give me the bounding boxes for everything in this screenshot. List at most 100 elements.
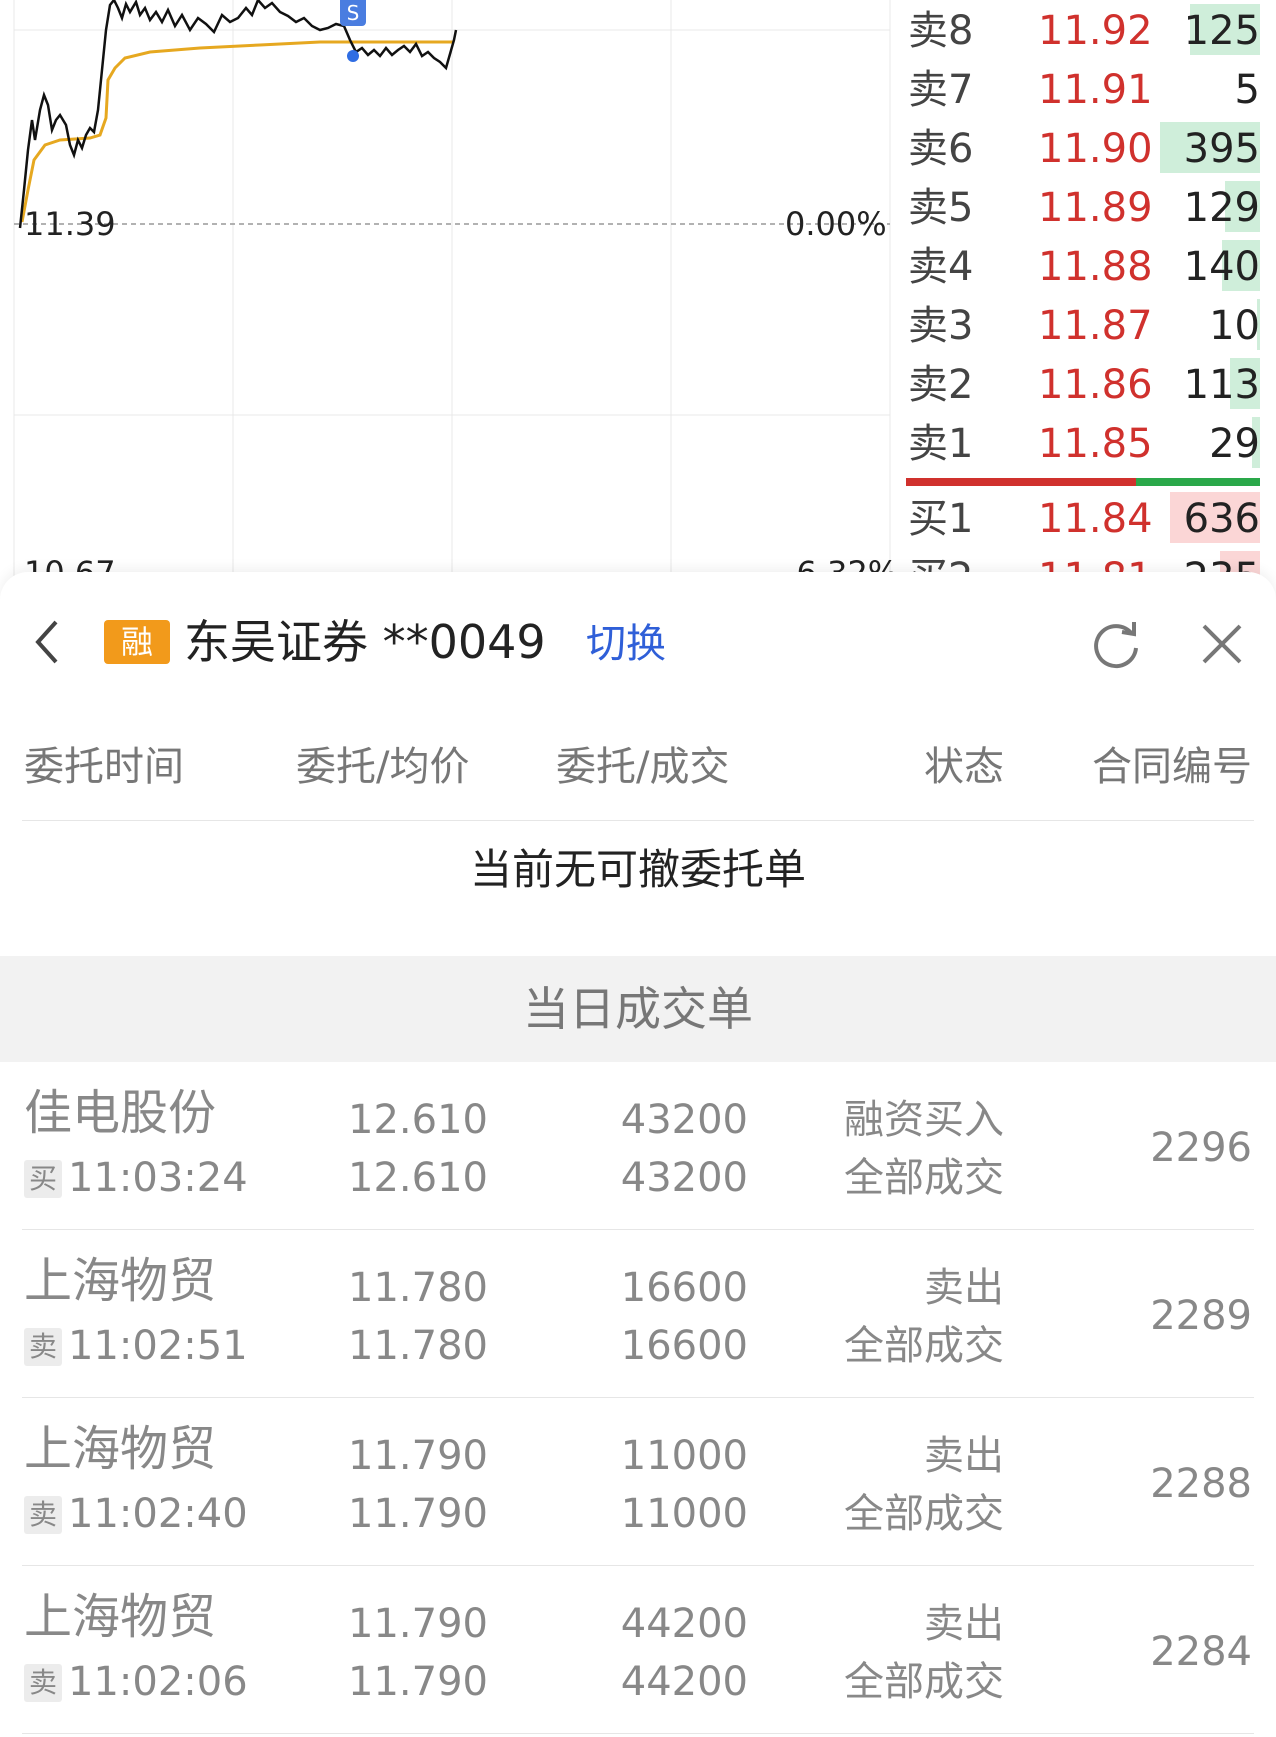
- average-price: 11.790: [348, 1491, 488, 1537]
- fill-status: 全部成交: [844, 1323, 1004, 1369]
- trade-row[interactable]: 佳电股份买 11:03:24 12.610 12.610 43200 43200 融资买入全…: [0, 1062, 1276, 1230]
- order-quantity: 44200: [620, 1601, 748, 1647]
- back-chevron-icon[interactable]: [28, 612, 68, 672]
- stock-name: 上海物贸: [24, 1421, 217, 1477]
- stock-name: 上海物贸: [24, 1589, 217, 1645]
- order-book-row-sell[interactable]: 卖4 11.88 140: [900, 236, 1276, 295]
- close-icon[interactable]: [1196, 618, 1248, 670]
- average-price: 12.610: [348, 1155, 488, 1201]
- trade-side-badge: 卖: [24, 1664, 62, 1702]
- order-level-volume: 125: [1183, 8, 1260, 54]
- trade-side-badge: 卖: [24, 1496, 62, 1534]
- intraday-chart[interactable]: [0, 0, 900, 600]
- fill-status: 全部成交: [844, 1659, 1004, 1705]
- order-level-label: 卖2: [908, 362, 974, 408]
- order-book-divider: [906, 478, 1260, 486]
- order-book-row-sell[interactable]: 卖7 11.91 5: [900, 59, 1276, 118]
- order-level-label: 卖7: [908, 67, 974, 113]
- order-level-volume: 129: [1183, 185, 1260, 231]
- order-book-row-sell[interactable]: 卖2 11.86 113: [900, 354, 1276, 413]
- order-book-row-buy[interactable]: 买1 11.84 636: [900, 488, 1276, 547]
- order-level-label: 卖6: [908, 126, 974, 172]
- trade-row[interactable]: 上海物贸卖 11:02:06 11.790 11.790 44200 44200 卖出 全部成…: [0, 1566, 1276, 1734]
- order-level-volume: 395: [1183, 126, 1260, 172]
- base-price-label: 11.39: [24, 205, 116, 243]
- order-level-label: 卖3: [908, 303, 974, 349]
- order-price: 11.790: [348, 1433, 488, 1479]
- filled-quantity: 44200: [620, 1659, 748, 1705]
- order-price: 11.790: [348, 1601, 488, 1647]
- divider: [22, 820, 1254, 821]
- filled-quantity: 11000: [620, 1491, 748, 1537]
- sell-signal-marker[interactable]: S: [340, 0, 366, 26]
- order-book-row-sell[interactable]: 卖1 11.85 29: [900, 413, 1276, 472]
- trade-type: 卖出: [924, 1433, 1004, 1479]
- trade-type: 卖出: [924, 1265, 1004, 1311]
- average-price: 11.780: [348, 1323, 488, 1369]
- trade-time: 11:03:24: [68, 1155, 248, 1201]
- order-level-label: 买1: [908, 496, 974, 542]
- order-level-volume: 636: [1183, 496, 1260, 542]
- account-name: 东吴证券 **0049: [184, 615, 546, 669]
- empty-orders-message: 当前无可撤委托单: [469, 845, 806, 894]
- switch-account-link[interactable]: 切换: [586, 616, 666, 672]
- trade-side-badge: 买: [24, 1160, 62, 1198]
- stock-name: 上海物贸: [24, 1253, 217, 1309]
- trade-time: 11:02:06: [68, 1659, 248, 1705]
- order-price: 11.780: [348, 1265, 488, 1311]
- order-quantity: 11000: [620, 1433, 748, 1479]
- sheet-header: 融 东吴证券 **0049 切换: [0, 572, 1276, 712]
- base-pct-label: 0.00%: [785, 205, 887, 243]
- order-level-price: 11.88: [1038, 244, 1153, 290]
- margin-account-badge: 融: [104, 620, 170, 664]
- order-level-label: 卖4: [908, 244, 974, 290]
- order-book: 卖8 11.92 125 卖7 11.91 5 卖6 11.90 395 卖5 11.89 129 卖4…: [900, 0, 1276, 600]
- order-quantity: 43200: [620, 1097, 748, 1143]
- trade-row[interactable]: 上海物贸卖 11:02:40 11.790 11.790 11000 11000 卖出 全部成…: [0, 1398, 1276, 1566]
- column-header-price: 委托/均价: [296, 744, 470, 790]
- order-level-volume: 113: [1183, 362, 1260, 408]
- chart-grid: [13, 0, 891, 600]
- filled-quantity: 16600: [620, 1323, 748, 1369]
- contract-id: 2296: [1150, 1125, 1252, 1171]
- contract-id: 2288: [1150, 1461, 1252, 1507]
- order-level-price: 11.86: [1038, 362, 1153, 408]
- row-divider: [22, 1733, 1254, 1734]
- order-level-label: 卖5: [908, 185, 974, 231]
- order-level-price: 11.87: [1038, 303, 1153, 349]
- order-quantity: 16600: [620, 1265, 748, 1311]
- order-level-price: 11.85: [1038, 421, 1153, 467]
- order-table-header: 委托时间 委托/均价 委托/成交 状态 合同编号: [0, 712, 1276, 820]
- order-level-label: 卖1: [908, 421, 974, 467]
- fill-status: 全部成交: [844, 1155, 1004, 1201]
- order-level-price: 11.92: [1038, 8, 1153, 54]
- order-book-row-sell[interactable]: 卖8 11.92 125: [900, 0, 1276, 59]
- order-level-volume: 140: [1183, 244, 1260, 290]
- order-level-volume: 5: [1234, 67, 1260, 113]
- trade-type: 卖出: [924, 1601, 1004, 1647]
- column-header-contract-id: 合同编号: [1092, 744, 1252, 790]
- order-book-row-sell[interactable]: 卖5 11.89 129: [900, 177, 1276, 236]
- refresh-icon[interactable]: [1090, 618, 1142, 670]
- sell-signal-dot: [347, 50, 359, 62]
- order-price: 12.610: [348, 1097, 488, 1143]
- today-trades-list: 佳电股份买 11:03:24 12.610 12.610 43200 43200 融资买入全…: [0, 1062, 1276, 1734]
- order-level-price: 11.84: [1038, 496, 1153, 542]
- order-book-row-sell[interactable]: 卖6 11.90 395: [900, 118, 1276, 177]
- order-level-price: 11.90: [1038, 126, 1153, 172]
- today-trades-section-title: 当日成交单: [0, 956, 1276, 1062]
- order-book-sell-side: 卖8 11.92 125 卖7 11.91 5 卖6 11.90 395 卖5 11.89 129 卖4…: [900, 0, 1276, 472]
- filled-quantity: 43200: [620, 1155, 748, 1201]
- intraday-chart-area: S 11.39 0.00% 10.67 -6.32% 卖811.92125卖71…: [0, 0, 1276, 600]
- column-header-quantity: 委托/成交: [556, 744, 730, 790]
- column-header-status: 状态: [924, 744, 1004, 790]
- orders-sheet: 融 东吴证券 **0049 切换 委托时间 委托/均价 委托/成交 状态 合同编…: [0, 572, 1276, 1737]
- trade-time: 11:02:40: [68, 1491, 248, 1537]
- order-book-row-sell[interactable]: 卖3 11.87 10: [900, 295, 1276, 354]
- order-level-volume: 10: [1209, 303, 1260, 349]
- price-line: [18, 0, 458, 229]
- order-level-price: 11.89: [1038, 185, 1153, 231]
- contract-id: 2284: [1150, 1629, 1252, 1675]
- trade-row[interactable]: 上海物贸卖 11:02:51 11.780 11.780 16600 16600 卖出 全部成…: [0, 1230, 1276, 1398]
- trade-type: 融资买入: [844, 1097, 1004, 1143]
